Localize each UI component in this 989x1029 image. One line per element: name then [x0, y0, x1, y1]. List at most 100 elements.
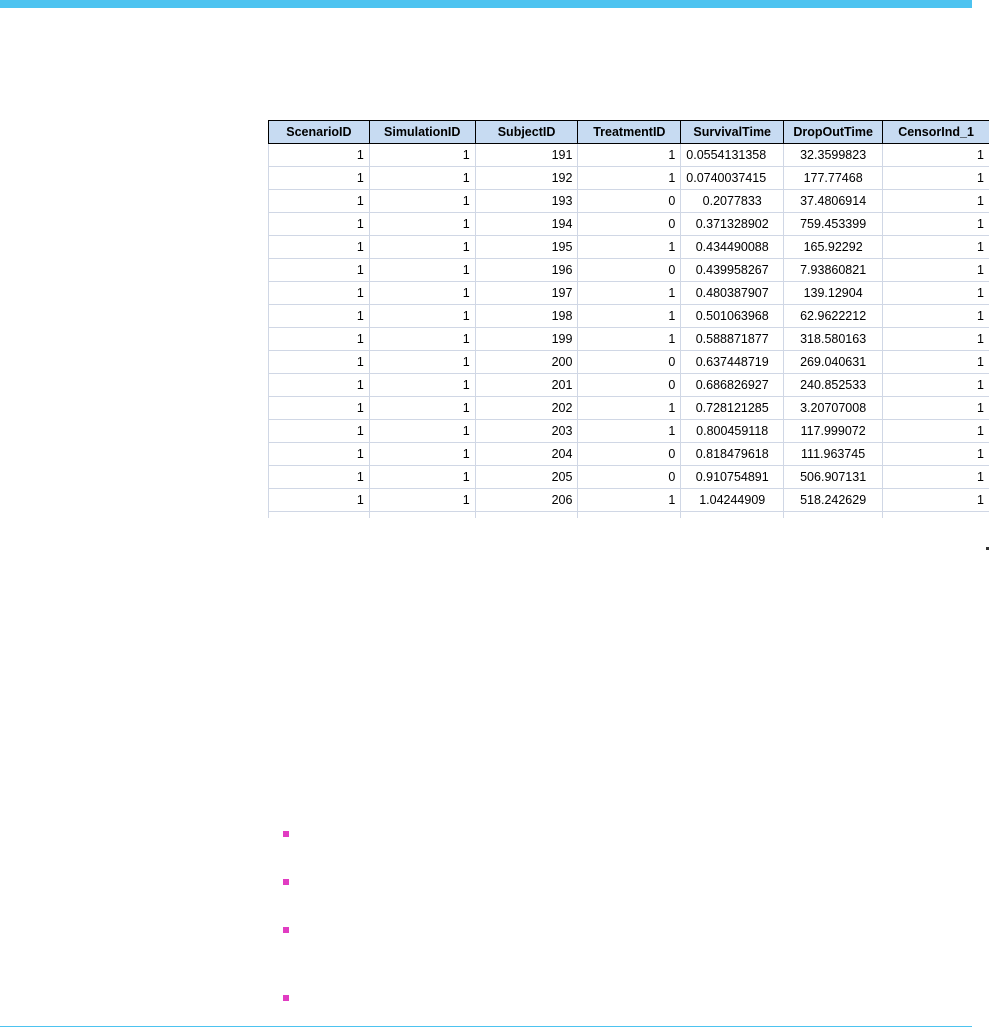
empty-cell — [268, 511, 370, 518]
treatment-id-cell: 0 — [577, 465, 682, 489]
header-treatment-id: TreatmentID — [577, 120, 682, 144]
subject-id-cell: 196 — [474, 258, 579, 282]
subject-id-cell: 200 — [474, 350, 579, 374]
treatment-id-cell: 1 — [577, 304, 682, 328]
header-scenario-id: ScenarioID — [268, 120, 370, 144]
table-row: 1 1 205 0 0.910754891 506.907131 1 — [268, 465, 989, 489]
censor-ind-cell: 1 — [882, 419, 989, 443]
table-body: 1 1 191 1 0.0554131358 32.3599823 1 1 1 192 1 0.074… — [268, 143, 989, 518]
table-row: 1 1 193 0 0.2077833 37.4806914 1 — [268, 189, 989, 213]
scenario-id-cell: 1 — [268, 465, 370, 489]
dropout-time-cell: 117.999072 — [783, 419, 884, 443]
treatment-id-cell: 1 — [577, 281, 682, 305]
scenario-id-cell: 1 — [268, 419, 370, 443]
censor-ind-cell: 1 — [882, 143, 989, 167]
empty-cell — [680, 511, 785, 518]
survival-time-cell: 0.686826927 — [680, 373, 785, 397]
survival-time-cell: 0.0554131358 — [680, 143, 785, 167]
subject-id-cell: 195 — [474, 235, 579, 259]
survival-time-cell: 0.728121285 — [680, 396, 785, 420]
simulation-id-cell: 1 — [368, 350, 476, 374]
dropout-time-cell: 165.92292 — [783, 235, 884, 259]
censor-ind-cell: 1 — [882, 212, 989, 236]
table-row: 1 1 195 1 0.434490088 165.92292 1 — [268, 235, 989, 259]
simulation-id-cell: 1 — [368, 258, 476, 282]
simulation-id-cell: 1 — [368, 488, 476, 512]
simulation-id-cell: 1 — [368, 281, 476, 305]
censor-ind-cell: 1 — [882, 488, 989, 512]
empty-cell — [882, 511, 989, 518]
treatment-id-cell: 1 — [577, 143, 682, 167]
table-row: 1 1 201 0 0.686826927 240.852533 1 — [268, 373, 989, 397]
treatment-id-cell: 0 — [577, 373, 682, 397]
table-row: 1 1 192 1 0.0740037415 177.77468 1 — [268, 166, 989, 190]
simulation-id-cell: 1 — [368, 327, 476, 351]
dropout-time-cell: 506.907131 — [783, 465, 884, 489]
dropout-time-cell: 111.963745 — [783, 442, 884, 466]
treatment-id-cell: 0 — [577, 442, 682, 466]
bullet-marker-1 — [283, 831, 289, 837]
table-header-row: ScenarioID SimulationID SubjectID Treatm… — [268, 120, 989, 144]
empty-cell — [474, 511, 579, 518]
treatment-id-cell: 1 — [577, 166, 682, 190]
scenario-id-cell: 1 — [268, 258, 370, 282]
survival-time-cell: 0.588871877 — [680, 327, 785, 351]
scenario-id-cell: 1 — [268, 189, 370, 213]
survival-time-cell: 0.800459118 — [680, 419, 785, 443]
censor-ind-cell: 1 — [882, 189, 989, 213]
scenario-id-cell: 1 — [268, 212, 370, 236]
subject-id-cell: 204 — [474, 442, 579, 466]
table-row: 1 1 204 0 0.818479618 111.963745 1 — [268, 442, 989, 466]
treatment-id-cell: 1 — [577, 235, 682, 259]
censor-ind-cell: 1 — [882, 442, 989, 466]
header-subject-id: SubjectID — [474, 120, 579, 144]
dropout-time-cell: 37.4806914 — [783, 189, 884, 213]
scenario-id-cell: 1 — [268, 304, 370, 328]
scenario-id-cell: 1 — [268, 235, 370, 259]
treatment-id-cell: 1 — [577, 327, 682, 351]
censor-ind-cell: 1 — [882, 327, 989, 351]
subject-id-cell: 198 — [474, 304, 579, 328]
subject-id-cell: 199 — [474, 327, 579, 351]
survival-time-cell: 0.501063968 — [680, 304, 785, 328]
dropout-time-cell: 32.3599823 — [783, 143, 884, 167]
top-accent-bar — [0, 0, 972, 8]
table-row: 1 1 200 0 0.637448719 269.040631 1 — [268, 350, 989, 374]
censor-ind-cell: 1 — [882, 304, 989, 328]
simulation-data-table: ScenarioID SimulationID SubjectID Treatm… — [268, 120, 989, 518]
dropout-time-cell: 318.580163 — [783, 327, 884, 351]
treatment-id-cell: 1 — [577, 488, 682, 512]
simulation-id-cell: 1 — [368, 304, 476, 328]
scenario-id-cell: 1 — [268, 281, 370, 305]
bullet-marker-3 — [283, 927, 289, 933]
censor-ind-cell: 1 — [882, 281, 989, 305]
bullet-marker-2 — [283, 879, 289, 885]
treatment-id-cell: 0 — [577, 350, 682, 374]
subject-id-cell: 205 — [474, 465, 579, 489]
table-row: 1 1 206 1 1.04244909 518.242629 1 — [268, 488, 989, 512]
scenario-id-cell: 1 — [268, 327, 370, 351]
dropout-time-cell: 759.453399 — [783, 212, 884, 236]
censor-ind-cell: 1 — [882, 235, 989, 259]
censor-ind-cell: 1 — [882, 373, 989, 397]
treatment-id-cell: 1 — [577, 419, 682, 443]
scenario-id-cell: 1 — [268, 350, 370, 374]
simulation-id-cell: 1 — [368, 212, 476, 236]
table-row: 1 1 197 1 0.480387907 139.12904 1 — [268, 281, 989, 305]
censor-ind-cell: 1 — [882, 166, 989, 190]
survival-time-cell: 0.371328902 — [680, 212, 785, 236]
bottom-accent-rule — [0, 1026, 972, 1027]
dropout-time-cell: 7.93860821 — [783, 258, 884, 282]
empty-cell — [577, 511, 682, 518]
dropout-time-cell: 240.852533 — [783, 373, 884, 397]
censor-ind-cell: 1 — [882, 350, 989, 374]
table-row: 1 1 194 0 0.371328902 759.453399 1 — [268, 212, 989, 236]
simulation-id-cell: 1 — [368, 143, 476, 167]
subject-id-cell: 194 — [474, 212, 579, 236]
censor-ind-cell: 1 — [882, 396, 989, 420]
table-row: 1 1 203 1 0.800459118 117.999072 1 — [268, 419, 989, 443]
header-censor-ind: CensorInd_1 — [882, 120, 989, 144]
subject-id-cell: 193 — [474, 189, 579, 213]
survival-time-cell: 0.637448719 — [680, 350, 785, 374]
dropout-time-cell: 177.77468 — [783, 166, 884, 190]
